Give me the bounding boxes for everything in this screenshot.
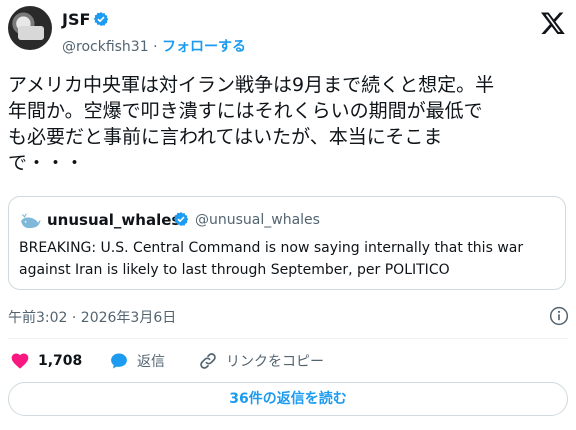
verified-icon xyxy=(173,212,189,226)
author-name[interactable]: JSF xyxy=(62,10,90,29)
copy-link-button[interactable]: リンクをコピー xyxy=(198,351,324,371)
divider xyxy=(8,338,568,339)
info-icon[interactable] xyxy=(549,306,569,326)
whale-icon xyxy=(21,213,41,229)
reply-label: 返信 xyxy=(137,354,165,370)
heart-icon xyxy=(11,353,29,369)
verified-icon xyxy=(93,12,109,26)
quoted-tweet[interactable]: unusual_whales @unusual_whales BREAKING:… xyxy=(8,196,566,290)
link-icon xyxy=(200,353,216,369)
author-handle-row: @rockfish31 · フォローする xyxy=(62,36,246,56)
quoted-text: BREAKING: U.S. Central Command is now sa… xyxy=(19,240,524,278)
tweet-text: アメリカ中央軍は対イラン戦争は9月まで続くと想定。半 年間か。空爆で叩き潰すには… xyxy=(8,74,495,174)
avatar[interactable] xyxy=(8,6,52,50)
like-button[interactable]: 1,708 xyxy=(10,351,82,371)
copy-link-label: リンクをコピー xyxy=(226,354,324,370)
quoted-author-name[interactable]: unusual_whales xyxy=(47,211,180,229)
timestamp[interactable]: 午前3:02 · 2026年3月6日 xyxy=(8,307,176,327)
read-replies-button[interactable]: 36件の返信を読む xyxy=(8,382,568,416)
quoted-author-handle[interactable]: @unusual_whales xyxy=(195,212,320,228)
follow-button[interactable]: フォローする xyxy=(162,39,246,55)
reply-icon xyxy=(111,353,127,369)
like-count: 1,708 xyxy=(38,353,83,369)
author-handle[interactable]: @rockfish31 xyxy=(62,39,149,55)
separator: · xyxy=(153,39,158,55)
x-logo-icon[interactable] xyxy=(540,10,566,36)
reply-button[interactable]: 返信 xyxy=(109,351,165,371)
